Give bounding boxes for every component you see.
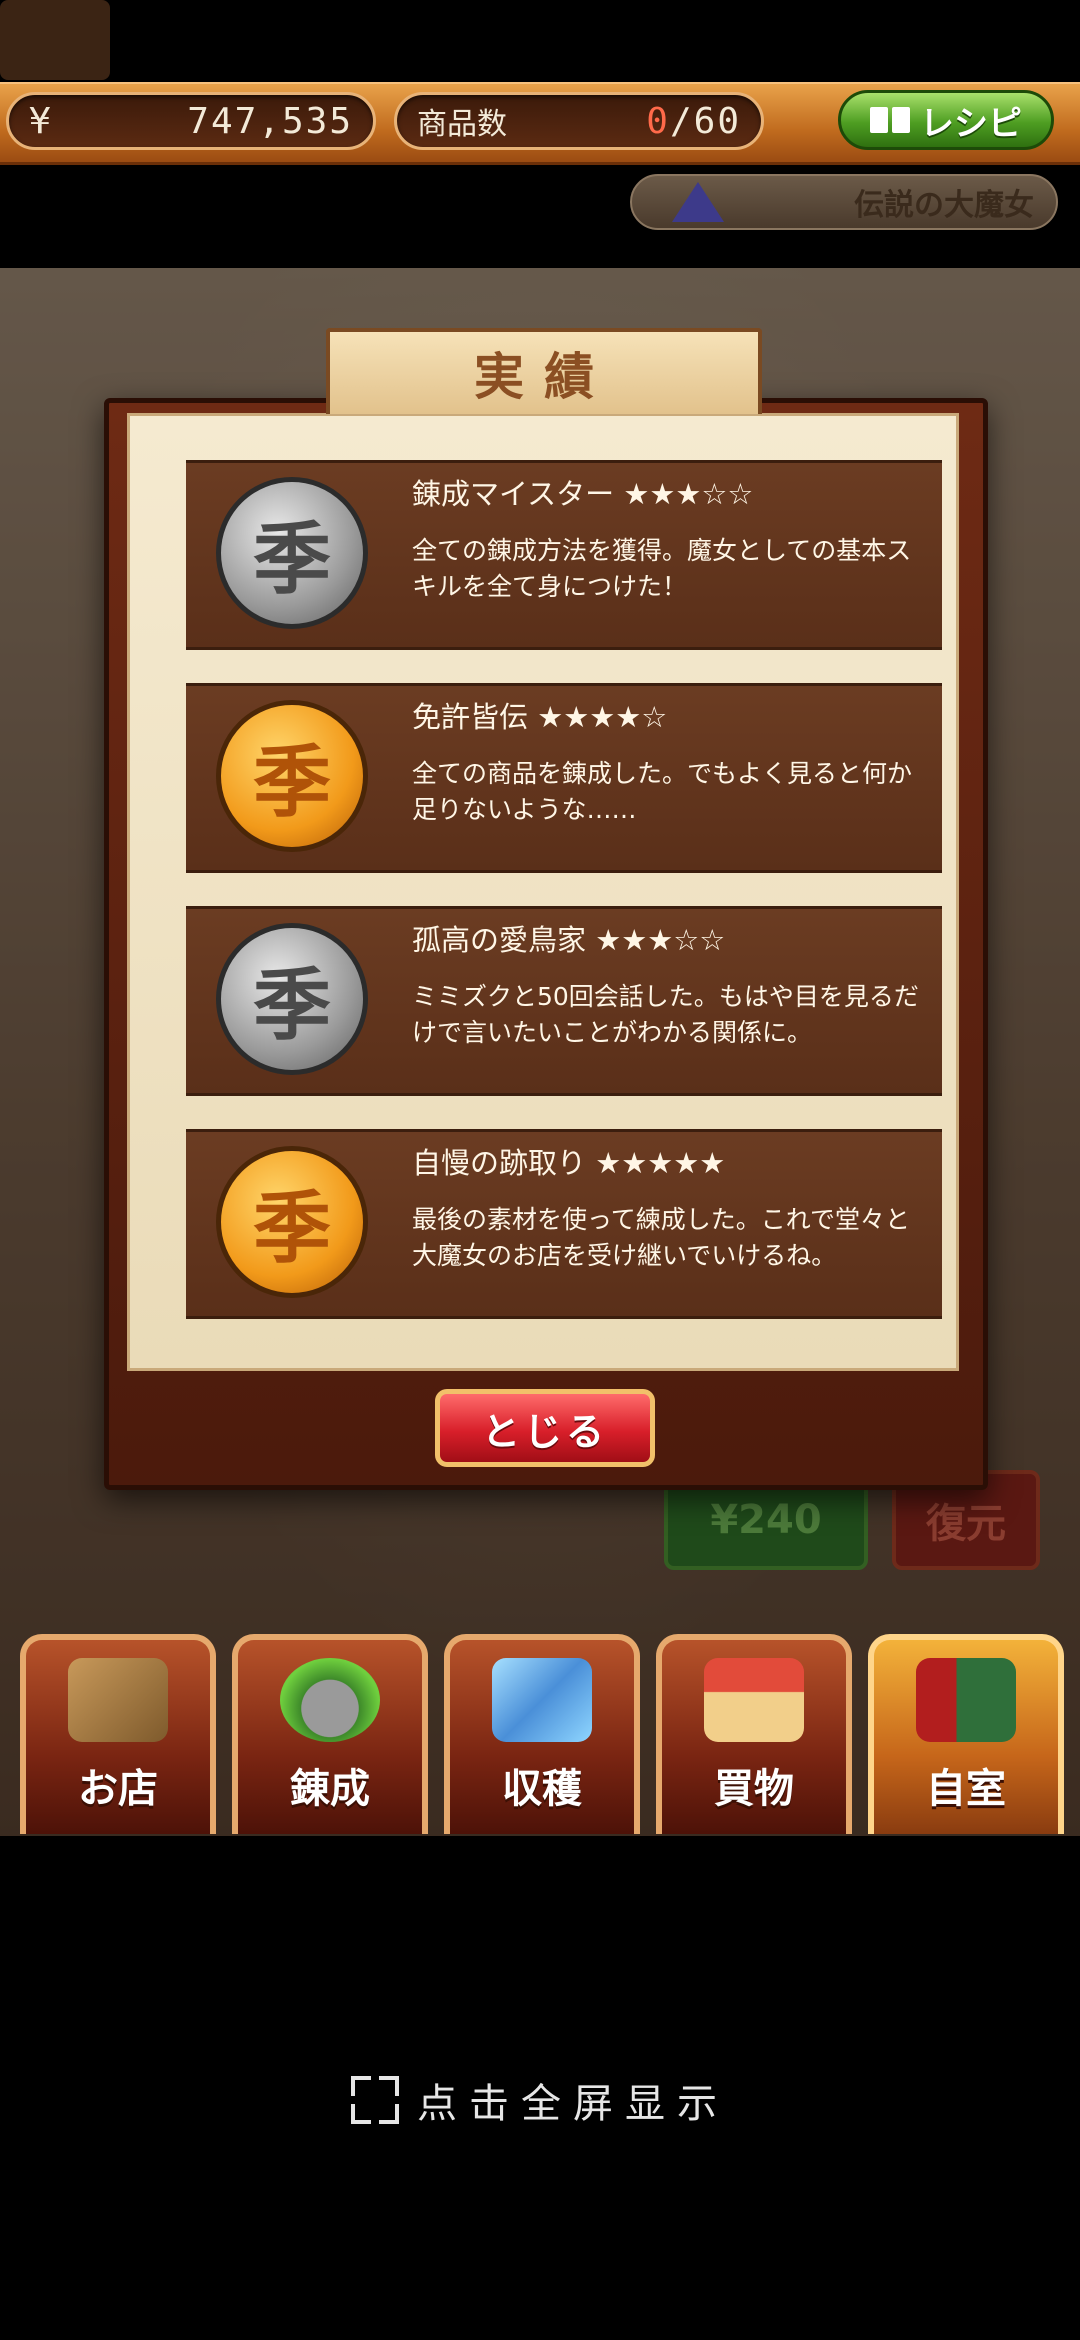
- achievements-dialog: 季 錬成マイスター ★★★☆☆ 全ての錬成方法を獲得。魔女としての基本スキルを全…: [104, 398, 988, 1490]
- nav-item-harvest[interactable]: 収穫: [444, 1634, 640, 1834]
- achievement-item: 季 錬成マイスター ★★★☆☆ 全ての錬成方法を獲得。魔女としての基本スキルを全…: [186, 460, 942, 650]
- dialog-title: 実績: [326, 328, 762, 414]
- achievement-item: 季 免許皆伝 ★★★★☆ 全ての商品を錬成した。でもよく見ると何か足りないような…: [186, 683, 942, 873]
- achievement-item: 季 孤高の愛鳥家 ★★★☆☆ ミミズクと50回会話した。もはや目を見るだけで言い…: [186, 906, 942, 1096]
- achievement-title: 免許皆伝 ★★★★☆: [412, 700, 668, 734]
- money-display: ¥ 747,535: [6, 92, 376, 150]
- achievement-description: 全ての錬成方法を獲得。魔女としての基本スキルを全て身につけた！: [412, 536, 912, 601]
- achievement-list: 季 錬成マイスター ★★★☆☆ 全ての錬成方法を獲得。魔女としての基本スキルを全…: [127, 413, 959, 1371]
- goods-max: /60: [669, 100, 741, 142]
- recipe-label: レシピ: [920, 103, 1022, 144]
- silver-coin-icon: 季: [216, 923, 368, 1075]
- expand-icon: [351, 2076, 399, 2124]
- player-title: 伝説の大魔女: [854, 188, 1034, 223]
- money-value: 747,535: [187, 100, 353, 142]
- lamp-book-icon: [916, 1658, 1016, 1742]
- shop-icon: [68, 1658, 168, 1742]
- achievement-description: 全ての商品を錬成した。でもよく見ると何か足りないような……: [412, 759, 913, 824]
- achievement-title: 自慢の跡取り ★★★★★: [412, 1146, 726, 1180]
- top-status-bar: ¥ 747,535 商品数 0/60 レシピ: [0, 82, 1080, 165]
- bottom-navigation: お店 錬成 収穫 買物 自室: [0, 1630, 1080, 1836]
- nav-label: 買物: [714, 1766, 794, 1812]
- fullscreen-prompt[interactable]: 点击全屏显示: [0, 2070, 1080, 2130]
- player-title-badge: 伝説の大魔女: [630, 174, 1058, 230]
- nav-label: 収穫: [502, 1766, 582, 1812]
- close-button[interactable]: とじる: [435, 1389, 655, 1467]
- nav-label: お店: [78, 1766, 158, 1812]
- gold-coin-icon: 季: [216, 700, 368, 852]
- fullscreen-label: 点击全屏显示: [417, 2081, 729, 2127]
- display-stand: [0, 0, 110, 80]
- goods-count: 0/60: [646, 101, 741, 142]
- yen-icon: ¥: [29, 100, 53, 142]
- cauldron-icon: [280, 1658, 380, 1742]
- silver-coin-icon: 季: [216, 477, 368, 629]
- house-icon: [704, 1658, 804, 1742]
- recipe-button[interactable]: レシピ: [838, 90, 1054, 150]
- nav-item-alchemy[interactable]: 錬成: [232, 1634, 428, 1834]
- achievement-description: ミミズクと50回会話した。もはや目を見るだけで言いたいことがわかる関係に。: [412, 982, 919, 1047]
- book-icon: [870, 105, 910, 135]
- nav-item-shopping[interactable]: 買物: [656, 1634, 852, 1834]
- achievement-title: 錬成マイスター ★★★☆☆: [412, 477, 754, 511]
- achievement-description: 最後の素材を使って練成した。これで堂々と大魔女のお店を受け継いでいけるね。: [412, 1205, 911, 1270]
- witch-hat-icon: [672, 182, 724, 222]
- achievement-title: 孤高の愛鳥家 ★★★☆☆: [412, 923, 726, 957]
- goods-current: 0: [646, 100, 670, 142]
- nav-item-shop[interactable]: お店: [20, 1634, 216, 1834]
- nav-label: 自室: [926, 1766, 1006, 1812]
- crystal-icon: [492, 1658, 592, 1742]
- gold-coin-icon: 季: [216, 1146, 368, 1298]
- achievement-item: 季 自慢の跡取り ★★★★★ 最後の素材を使って練成した。これで堂々と大魔女のお…: [186, 1129, 942, 1319]
- goods-count-display: 商品数 0/60: [394, 92, 764, 150]
- goods-label: 商品数: [417, 107, 507, 142]
- nav-label: 錬成: [290, 1766, 370, 1812]
- nav-item-my-room[interactable]: 自室: [868, 1634, 1064, 1834]
